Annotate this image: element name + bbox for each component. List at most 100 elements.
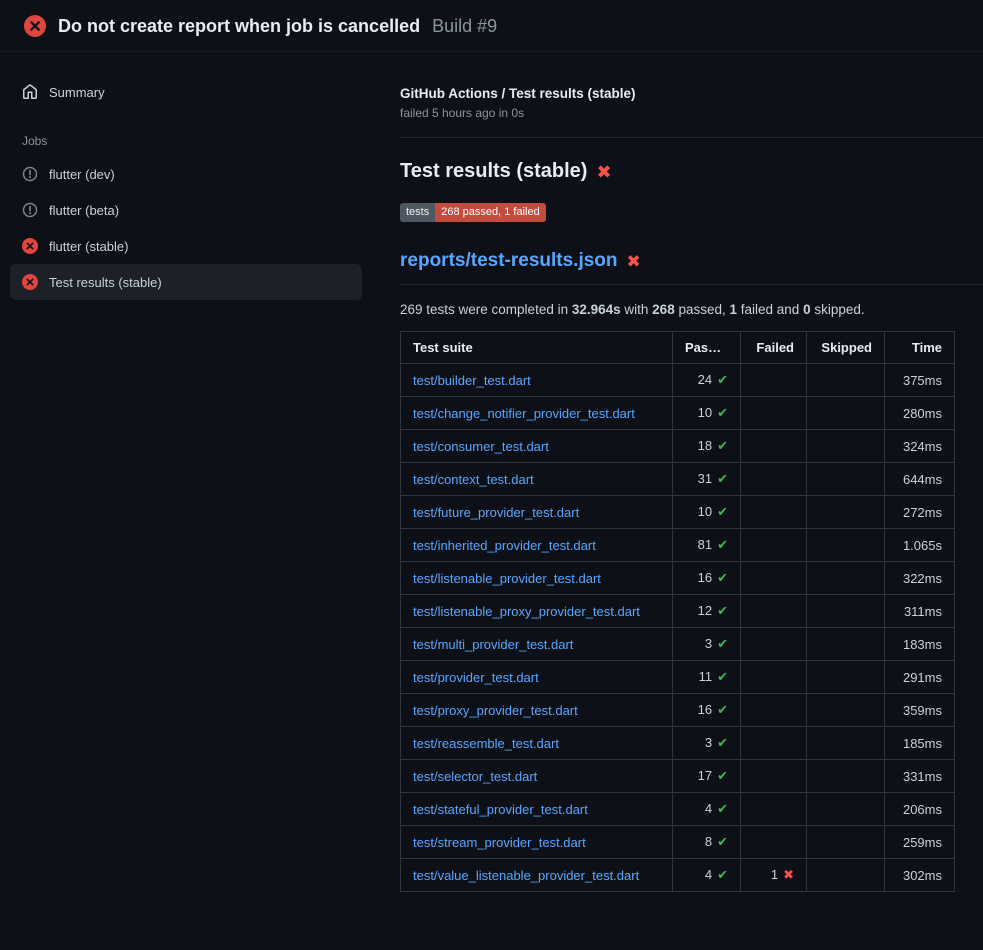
time-cell: 1.065s [885,529,955,562]
suite-cell: test/value_listenable_provider_test.dart [401,859,673,892]
job-label: flutter (stable) [49,239,128,254]
table-row: test/multi_provider_test.dart3✔183ms [401,628,955,661]
page-title: Do not create report when job is cancell… [58,16,420,37]
table-row: test/future_provider_test.dart10✔272ms [401,496,955,529]
tests-badge: tests 268 passed, 1 failed [400,203,546,222]
test-suite-link[interactable]: test/proxy_provider_test.dart [413,703,578,718]
report-file-link[interactable]: reports/test-results.json [400,250,618,272]
sidebar-item-flutter-stable[interactable]: flutter (stable) [10,228,362,264]
test-suite-link[interactable]: test/stream_provider_test.dart [413,835,586,850]
sidebar-item-flutter-dev[interactable]: flutter (dev) [10,156,362,192]
check-icon: ✔ [717,405,728,420]
test-suite-link[interactable]: test/reassemble_test.dart [413,736,559,751]
test-suite-link[interactable]: test/consumer_test.dart [413,439,549,454]
table-row: test/listenable_provider_test.dart16✔322… [401,562,955,595]
sidebar-item-summary[interactable]: Summary [10,74,362,110]
test-suite-link[interactable]: test/provider_test.dart [413,670,539,685]
failed-cell-value: 1 [771,867,778,882]
passed-cell-value: 10 [698,504,712,519]
passed-cell: 24✔ [673,364,741,397]
failed-cell [741,760,807,793]
passed-cell: 18✔ [673,430,741,463]
sidebar-item-flutter-beta[interactable]: flutter (beta) [10,192,362,228]
check-icon: ✔ [717,834,728,849]
summary-suffix: skipped. [811,302,865,317]
suite-cell: test/stateful_provider_test.dart [401,793,673,826]
job-label: Test results (stable) [49,275,162,290]
failed-cell [741,496,807,529]
passed-cell: 16✔ [673,562,741,595]
test-suite-link[interactable]: test/selector_test.dart [413,769,537,784]
skipped-cell [807,529,885,562]
skipped-cell [807,826,885,859]
suite-cell: test/change_notifier_provider_test.dart [401,397,673,430]
report-heading: reports/test-results.json ✖ [400,250,983,285]
test-results-table: Test suite Passed Failed Skipped Time te… [400,331,955,892]
passed-cell: 31✔ [673,463,741,496]
time-cell: 302ms [885,859,955,892]
failed-cell [741,595,807,628]
passed-cell-value: 4 [705,867,712,882]
badge-value: 268 passed, 1 failed [435,203,545,222]
table-row: test/builder_test.dart24✔375ms [401,364,955,397]
summary-text: 269 tests were completed in 32.964s with… [400,302,983,317]
failed-cell [741,826,807,859]
check-icon: ✔ [717,702,728,717]
skipped-cell [807,694,885,727]
check-icon: ✔ [717,867,728,882]
table-row: test/inherited_provider_test.dart 81✔ 1.06… [401,529,955,562]
table-row: test/selector_test.dart17✔331ms [401,760,955,793]
sidebar-summary-label: Summary [49,85,105,100]
skipped-cell [807,859,885,892]
failed-cell [741,727,807,760]
check-icon: ✔ [717,768,728,783]
test-suite-link[interactable]: test/change_notifier_provider_test.dart [413,406,635,421]
breadcrumb: GitHub Actions / Test results (stable) [400,86,983,101]
skipped-cell [807,727,885,760]
table-row: test/value_listenable_provider_test.dart… [401,859,955,892]
skipped-cell [807,463,885,496]
summary-failed: 1 [730,302,738,317]
check-icon: ✔ [717,537,728,552]
suite-cell: test/context_test.dart [401,463,673,496]
failed-cell [741,793,807,826]
passed-cell: 12✔ [673,595,741,628]
passed-cell-value: 8 [705,834,712,849]
summary-prefix: 269 tests were completed in [400,302,572,317]
test-suite-link[interactable]: test/multi_provider_test.dart [413,637,573,652]
test-suite-link[interactable]: test/value_listenable_provider_test.dart [413,868,639,883]
test-suite-link[interactable]: test/future_provider_test.dart [413,505,579,520]
test-suite-link[interactable]: test/listenable_proxy_provider_test.dart [413,604,640,619]
test-suite-link[interactable]: test/context_test.dart [413,472,534,487]
table-row: test/listenable_proxy_provider_test.dart… [401,595,955,628]
sidebar-item-test-results-stable[interactable]: Test results (stable) [10,264,362,300]
test-suite-link[interactable]: test/inherited_provider_test.dart [413,538,596,553]
failed-cell [741,562,807,595]
table-row: test/provider_test.dart11✔291ms [401,661,955,694]
passed-cell-value: 10 [698,405,712,420]
passed-cell: 11✔ [673,661,741,694]
check-icon: ✔ [717,438,728,453]
suite-cell: test/stream_provider_test.dart [401,826,673,859]
failed-x-icon: ✖ [627,253,641,270]
x-circle-fill-icon [24,15,46,37]
passed-cell: 81✔ [673,529,741,562]
passed-cell-value: 3 [705,636,712,651]
test-suite-link[interactable]: test/listenable_provider_test.dart [413,571,601,586]
test-table-body: test/builder_test.dart24✔375mstest/chang… [401,364,955,892]
test-suite-link[interactable]: test/stateful_provider_test.dart [413,802,588,817]
passed-cell-value: 12 [698,603,712,618]
passed-cell: 3✔ [673,628,741,661]
skipped-cell [807,661,885,694]
check-icon: ✔ [717,669,728,684]
table-row: test/reassemble_test.dart3✔185ms [401,727,955,760]
passed-cell: 10 ✔ [673,397,741,430]
table-row: test/consumer_test.dart18✔324ms [401,430,955,463]
build-number: Build #9 [432,16,497,37]
test-suite-link[interactable]: test/builder_test.dart [413,373,531,388]
failed-cell [741,628,807,661]
check-icon: ✔ [717,471,728,486]
suite-cell: test/proxy_provider_test.dart [401,694,673,727]
skipped-cell [807,760,885,793]
failed-cell [741,529,807,562]
